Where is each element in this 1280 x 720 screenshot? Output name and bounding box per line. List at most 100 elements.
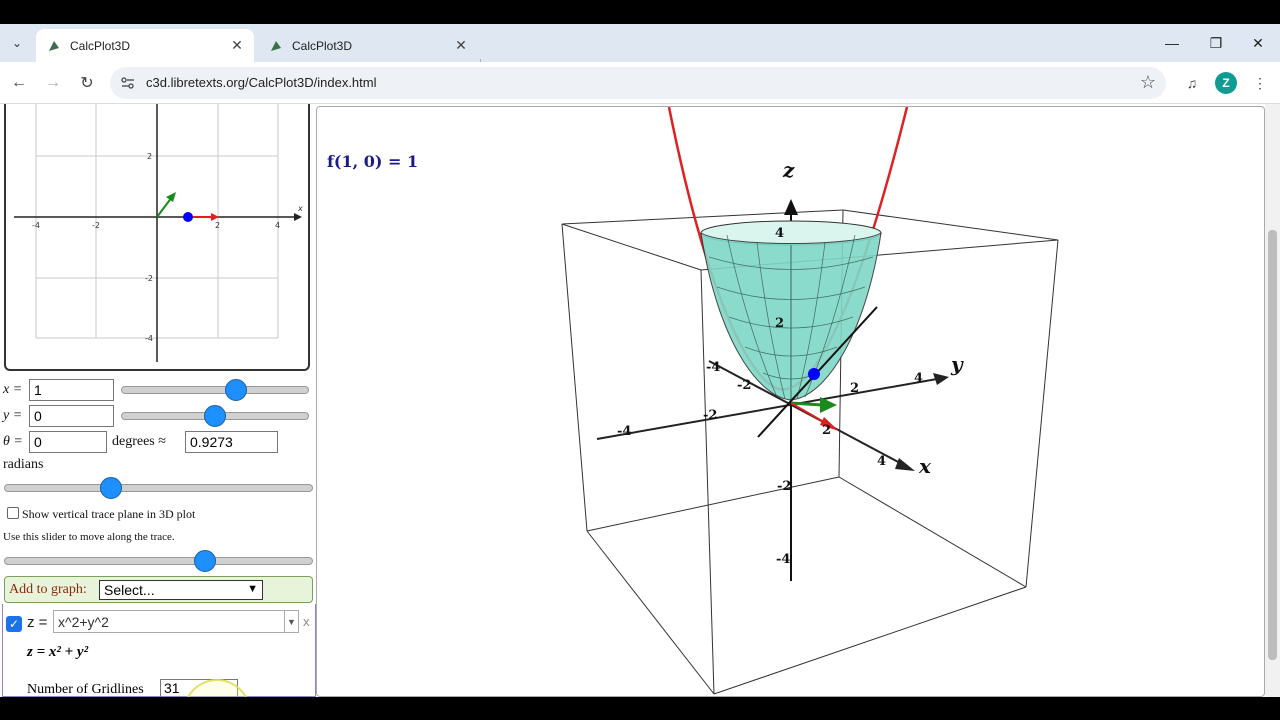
3d-plot-canvas[interactable]: 4 2 -2 -4 -4 -2 2 4 -4 -2 2 4 z y x f(1,… xyxy=(316,106,1265,697)
slider-track xyxy=(4,557,313,565)
slider-track xyxy=(4,484,313,492)
chevron-down-icon: ▼ xyxy=(247,583,258,595)
restore-button[interactable]: ❐ xyxy=(1196,28,1236,58)
scrollbar-thumb[interactable] xyxy=(1268,230,1277,660)
reload-icon: ↻ xyxy=(80,75,94,92)
slider-thumb[interactable] xyxy=(225,379,247,401)
function-dropdown[interactable]: ▼ xyxy=(285,610,299,633)
close-icon: ✕ xyxy=(1252,34,1264,51)
axis-label-y: y xyxy=(950,352,964,376)
radians-input[interactable]: 0.9273 xyxy=(185,431,278,453)
tick-label: 4 xyxy=(877,454,886,469)
trace-plane-label: Show vertical trace plane in 3D plot xyxy=(22,507,196,521)
bookmark-star-icon[interactable]: ☆ xyxy=(1140,72,1156,93)
tick-label: 4 xyxy=(775,226,784,241)
calcplot-favicon-icon xyxy=(268,38,284,54)
theta-label: θ = xyxy=(3,434,23,449)
plot-title: f(1, 0) = 1 xyxy=(327,152,418,171)
slider-track xyxy=(121,386,309,394)
back-button[interactable]: ← xyxy=(6,70,32,96)
tick-label: 2 xyxy=(850,381,859,396)
page-scrollbar[interactable] xyxy=(1265,104,1280,697)
bottom-black-bar xyxy=(0,697,1280,720)
browser-toolbar: ← → ↻ c3d.libretexts.org/CalcPlot3D/inde… xyxy=(0,62,1280,104)
y-slider[interactable] xyxy=(121,405,309,427)
tick-label: -2 xyxy=(92,221,100,230)
slider-thumb[interactable] xyxy=(204,405,226,427)
tab-title: CalcPlot3D xyxy=(292,38,353,53)
url-text: c3d.libretexts.org/CalcPlot3D/index.html xyxy=(146,75,377,90)
remove-function-button[interactable]: x xyxy=(303,614,310,629)
chevron-down-icon: ▼ xyxy=(287,616,296,627)
tick-label: -2 xyxy=(703,408,717,423)
tick-label: 2 xyxy=(215,221,220,230)
check-icon: ✓ xyxy=(8,617,20,631)
tab-title: CalcPlot3D xyxy=(70,38,131,53)
chevron-down-icon: ⌄ xyxy=(11,36,23,50)
close-icon[interactable]: ✕ xyxy=(228,37,246,55)
site-info-icon[interactable] xyxy=(120,75,136,91)
minimize-button[interactable]: — xyxy=(1152,28,1192,58)
close-window-button[interactable]: ✕ xyxy=(1238,28,1278,58)
media-control-icon[interactable]: ♫ xyxy=(1180,71,1204,95)
y-input[interactable]: 0 xyxy=(29,405,114,427)
tab-calcplot3d[interactable]: CalcPlot3D ✕ xyxy=(258,29,478,62)
slider-thumb[interactable] xyxy=(194,550,216,572)
arrow-right-icon: → xyxy=(45,74,61,91)
minimize-icon: — xyxy=(1165,35,1179,51)
tick-label: 2 xyxy=(822,423,831,438)
function-panel: ✓ z = x^2+y^2 ▼ x z = x² + y² Number of … xyxy=(2,604,316,697)
page-content: -4 -2 2 4 2 -2 -4 x x = 1 y = 0 θ = 0 de… xyxy=(0,104,1280,697)
axis-label-x: x xyxy=(918,454,932,478)
close-icon[interactable]: ✕ xyxy=(452,37,470,55)
gridlines-label: Number of Gridlines xyxy=(27,682,144,697)
tab-search-button[interactable]: ⌄ xyxy=(6,30,28,56)
tick-label: -2 xyxy=(737,378,751,393)
2d-contour-plot[interactable]: -4 -2 2 4 2 -2 -4 x xyxy=(4,104,310,371)
restore-icon: ❐ xyxy=(1209,34,1223,51)
tick-label: 4 xyxy=(914,371,923,386)
function-input[interactable]: x^2+y^2 xyxy=(53,610,285,633)
arrow-left-icon: ← xyxy=(11,74,27,91)
select-value: Select... xyxy=(104,582,155,598)
function-lhs: z = xyxy=(27,614,48,631)
add-to-graph-label: Add to graph: xyxy=(9,582,87,597)
top-black-bar xyxy=(0,0,1280,24)
menu-kebab-icon[interactable]: ⋮ xyxy=(1248,71,1272,95)
tick-label: -4 xyxy=(145,334,153,343)
x-label: x = xyxy=(3,382,23,397)
add-to-graph-bar: Add to graph: Select... ▼ xyxy=(4,576,313,603)
theta-slider[interactable] xyxy=(4,477,313,499)
x-input[interactable]: 1 xyxy=(29,379,114,401)
tick-label: -4 xyxy=(617,424,631,439)
add-to-graph-select[interactable]: Select... ▼ xyxy=(99,580,263,600)
tick-label: -4 xyxy=(32,221,40,230)
trace-slider[interactable] xyxy=(4,550,313,572)
function-rendered: z = x² + y² xyxy=(27,644,89,660)
left-control-panel: -4 -2 2 4 2 -2 -4 x x = 1 y = 0 θ = 0 de… xyxy=(0,104,316,697)
tick-label: -4 xyxy=(776,552,790,567)
trace-slider-hint: Use this slider to move along the trace. xyxy=(3,531,175,543)
tab-calcplot3d-active[interactable]: CalcPlot3D ✕ xyxy=(36,29,254,62)
axis-label: x xyxy=(297,204,303,213)
axis-label-z: z xyxy=(782,158,795,182)
tick-label: 2 xyxy=(775,316,784,331)
reload-button[interactable]: ↻ xyxy=(74,70,100,96)
radians-label: radians xyxy=(3,457,44,472)
y-label: y = xyxy=(3,408,23,423)
tick-label: -2 xyxy=(777,479,791,494)
theta-input[interactable]: 0 xyxy=(29,431,107,453)
forward-button[interactable]: → xyxy=(40,70,66,96)
address-bar[interactable]: c3d.libretexts.org/CalcPlot3D/index.html… xyxy=(110,67,1166,99)
function-visible-checkbox[interactable]: ✓ xyxy=(6,616,22,632)
degrees-label: degrees ≈ xyxy=(112,434,166,449)
tick-label: 4 xyxy=(275,221,280,230)
x-slider[interactable] xyxy=(121,379,309,401)
trace-plane-checkbox[interactable] xyxy=(7,507,19,519)
calcplot-favicon-icon xyxy=(46,38,62,54)
tick-label: -2 xyxy=(145,274,153,283)
profile-avatar[interactable]: Z xyxy=(1215,72,1237,94)
tick-label: -4 xyxy=(706,360,720,375)
tick-label: 2 xyxy=(147,152,152,161)
slider-thumb[interactable] xyxy=(100,477,122,499)
